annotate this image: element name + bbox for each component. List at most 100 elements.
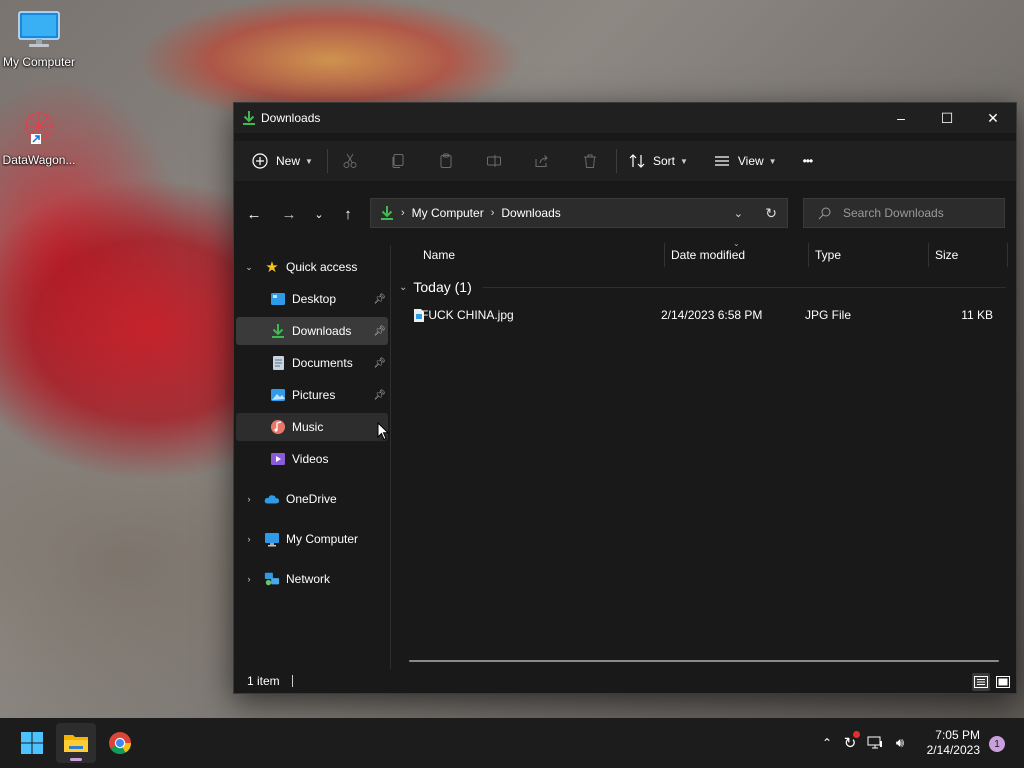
breadcrumb-my-computer[interactable]: My Computer bbox=[412, 206, 484, 220]
column-header-size[interactable]: Size bbox=[935, 239, 958, 271]
status-bar: 1 item bbox=[234, 669, 1016, 693]
desktop-icon-my-computer[interactable]: My Computer bbox=[1, 10, 77, 69]
breadcrumb-downloads[interactable]: Downloads bbox=[501, 206, 560, 220]
details-view-icon bbox=[974, 676, 988, 688]
star-icon: ★ bbox=[265, 259, 279, 276]
sidebar-item-downloads[interactable]: Downloads 📌︎ bbox=[236, 317, 388, 345]
divider bbox=[928, 243, 929, 267]
up-button[interactable]: ↑ bbox=[336, 204, 360, 224]
chevron-right-icon[interactable]: › bbox=[242, 574, 256, 584]
address-bar[interactable]: › My Computer › Downloads ⌄ ↻ bbox=[370, 198, 788, 228]
recent-locations-button[interactable]: ⌄ bbox=[307, 204, 331, 224]
refresh-button[interactable]: ↻ bbox=[765, 205, 777, 222]
more-options-button[interactable]: ••• bbox=[803, 145, 814, 177]
group-header-today[interactable]: ⌄ Today (1) bbox=[399, 279, 472, 295]
sidebar-item-documents[interactable]: Documents 📌︎ bbox=[236, 349, 388, 377]
close-button[interactable]: ✕ bbox=[970, 103, 1016, 133]
share-icon[interactable] bbox=[526, 145, 558, 177]
sidebar-item-onedrive[interactable]: › OneDrive bbox=[236, 485, 388, 513]
cut-icon[interactable] bbox=[334, 145, 366, 177]
column-label: Size bbox=[935, 248, 959, 262]
group-label: Today (1) bbox=[413, 279, 472, 295]
minimize-button[interactable]: – bbox=[878, 103, 924, 133]
rename-icon[interactable] bbox=[478, 145, 510, 177]
forward-button[interactable]: → bbox=[277, 204, 301, 224]
desktop-icon-label: DataWagon... bbox=[2, 153, 76, 167]
column-label: Type bbox=[815, 248, 842, 262]
show-hidden-icons-button[interactable]: ⌃ bbox=[816, 736, 838, 750]
volume-icon[interactable]: 🔊︎ bbox=[888, 735, 912, 751]
videos-icon bbox=[270, 451, 286, 467]
download-icon bbox=[270, 323, 286, 339]
sidebar-item-pictures[interactable]: Pictures 📌︎ bbox=[236, 381, 388, 409]
pin-icon[interactable]: 📌︎ bbox=[373, 390, 386, 401]
chevron-down-icon: ▼ bbox=[768, 156, 777, 166]
chevron-down-icon: ▼ bbox=[679, 156, 688, 166]
address-dropdown-button[interactable]: ⌄ bbox=[734, 207, 743, 220]
sidebar-item-quick-access[interactable]: ⌄ ★ Quick access bbox=[236, 253, 388, 281]
sidebar-item-music[interactable]: Music bbox=[236, 413, 388, 441]
taskbar-file-explorer[interactable] bbox=[56, 723, 96, 763]
new-button[interactable]: New ▼ bbox=[252, 145, 313, 177]
column-header-date-modified[interactable]: Date modified ⌄ bbox=[671, 239, 745, 271]
sort-icon bbox=[629, 154, 645, 168]
sort-indicator-icon: ⌄ bbox=[733, 239, 740, 248]
table-row[interactable]: FUCK CHINA.jpg 2/14/2023 6:58 PM JPG Fil… bbox=[399, 301, 1001, 329]
network-icon bbox=[264, 571, 280, 587]
windows-logo-icon bbox=[21, 732, 43, 754]
clock[interactable]: 7:05 PM 2/14/2023 bbox=[927, 728, 980, 758]
arrow-right-icon: → bbox=[281, 205, 297, 223]
start-button[interactable] bbox=[12, 723, 52, 763]
chevron-down-icon: ⌄ bbox=[314, 208, 324, 221]
view-button[interactable]: View ▼ bbox=[714, 145, 777, 177]
chevron-right-icon: › bbox=[401, 207, 405, 219]
column-header-name[interactable]: Name bbox=[423, 239, 455, 271]
chevron-right-icon[interactable]: › bbox=[242, 494, 256, 504]
pin-icon[interactable]: 📌︎ bbox=[373, 326, 386, 337]
sync-alert-icon[interactable]: ↻ bbox=[838, 731, 862, 752]
download-icon bbox=[380, 205, 394, 221]
sort-button[interactable]: Sort ▼ bbox=[629, 145, 688, 177]
sidebar-item-label: Music bbox=[292, 420, 324, 434]
chevron-down-icon[interactable]: ⌄ bbox=[242, 262, 256, 273]
file-date: 2/14/2023 6:58 PM bbox=[661, 308, 763, 322]
view-list-icon bbox=[714, 156, 729, 166]
column-header-type[interactable]: Type bbox=[815, 239, 841, 271]
search-placeholder: Search Downloads bbox=[843, 206, 944, 220]
search-input[interactable]: Search Downloads bbox=[803, 198, 1005, 228]
taskbar-chrome[interactable] bbox=[100, 723, 140, 763]
notification-badge[interactable]: 1 bbox=[989, 736, 1005, 752]
clock-time: 7:05 PM bbox=[935, 728, 980, 742]
sidebar-item-my-computer[interactable]: › My Computer bbox=[236, 525, 388, 553]
desktop-icon-datawagon[interactable]: DataWagon... bbox=[1, 108, 77, 167]
desktop-folder-icon bbox=[270, 291, 286, 307]
divider bbox=[615, 149, 617, 173]
plus-circle-icon bbox=[252, 153, 268, 169]
pin-icon[interactable]: 📌︎ bbox=[373, 294, 386, 305]
horizontal-scrollbar[interactable] bbox=[409, 660, 999, 662]
sidebar-item-label: Desktop bbox=[292, 292, 337, 306]
network-icon[interactable] bbox=[862, 736, 888, 750]
sidebar-item-desktop[interactable]: Desktop 📌︎ bbox=[236, 285, 388, 313]
chevron-right-icon[interactable]: › bbox=[242, 534, 256, 544]
paste-icon[interactable] bbox=[430, 145, 462, 177]
back-button[interactable]: ← bbox=[242, 204, 266, 224]
pin-icon[interactable]: 📌︎ bbox=[373, 358, 386, 369]
maximize-button[interactable]: ☐ bbox=[924, 103, 970, 133]
close-icon: ✕ bbox=[987, 109, 999, 126]
clock-date: 2/14/2023 bbox=[926, 743, 980, 757]
chevron-down-icon: ⌄ bbox=[399, 281, 408, 293]
copy-icon[interactable] bbox=[382, 145, 414, 177]
new-label: New bbox=[276, 154, 301, 168]
sidebar-item-network[interactable]: › Network bbox=[236, 565, 388, 593]
notification-count: 1 bbox=[994, 738, 1000, 750]
details-view-button[interactable] bbox=[972, 673, 990, 691]
title-bar[interactable]: Downloads – ☐ ✕ bbox=[234, 103, 1016, 133]
large-icons-view-button[interactable] bbox=[994, 673, 1012, 691]
sidebar-item-label: Downloads bbox=[292, 324, 352, 338]
sidebar-item-videos[interactable]: Videos bbox=[236, 445, 388, 473]
sidebar-item-label: My Computer bbox=[286, 532, 359, 546]
delete-icon[interactable] bbox=[574, 145, 606, 177]
music-icon bbox=[270, 419, 286, 435]
monitor-icon bbox=[18, 11, 60, 47]
